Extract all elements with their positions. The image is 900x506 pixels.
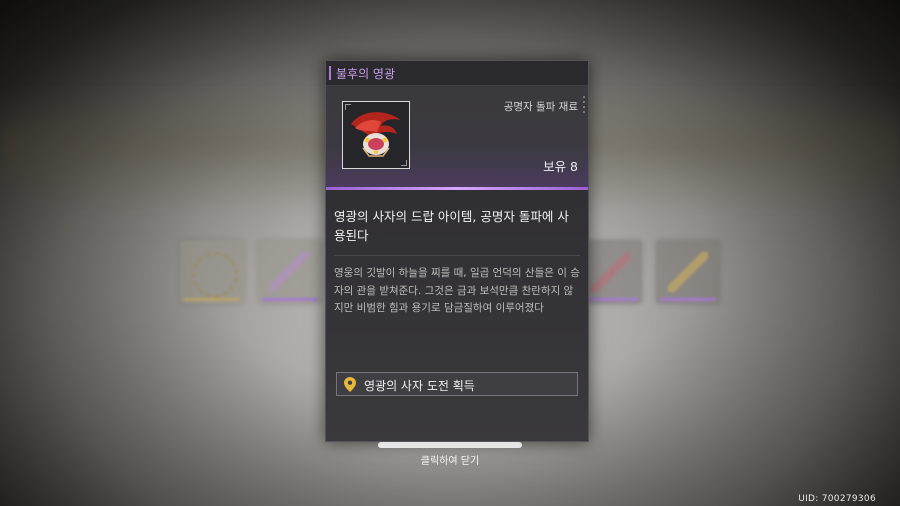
item-info-panel: 공명자 돌파 재료 보유 8: [326, 86, 588, 190]
divider: [334, 255, 580, 256]
item-icon-frame: [342, 101, 410, 169]
close-bar[interactable]: [378, 442, 522, 448]
item-summary: 영광의 사자의 드랍 아이템, 공명자 돌파에 사용된다: [334, 209, 569, 243]
click-to-close-hint[interactable]: 클릭하여 닫기: [0, 452, 900, 467]
rarity-accent-bar: [329, 66, 331, 80]
item-title: 불후의 영광: [336, 67, 396, 81]
item-category: 공명자 돌파 재료: [503, 101, 578, 113]
scroll-indicator: [583, 96, 585, 114]
crown-material-icon: [351, 112, 401, 157]
owned-count: 보유 8: [543, 159, 578, 174]
user-id-label: UID: 700279306: [798, 494, 876, 504]
popup-header: 불후의 영광: [326, 61, 588, 86]
acquisition-source-label: 영광의 사자 도전 획득: [364, 379, 475, 393]
item-lore-text: 영웅의 깃발이 하늘을 찌를 때, 일곱 언덕의 산들은 이 승자의 관을 받쳐…: [334, 267, 580, 314]
rarity-glow-line: [326, 187, 588, 190]
acquisition-source-button[interactable]: 영광의 사자 도전 획득: [336, 372, 578, 396]
location-pin-icon: [344, 377, 356, 392]
item-detail-popup: 불후의 영광 공명자 돌파 재료 보유 8 영광의 사자의 드랍 아이템, 공명…: [325, 60, 589, 442]
